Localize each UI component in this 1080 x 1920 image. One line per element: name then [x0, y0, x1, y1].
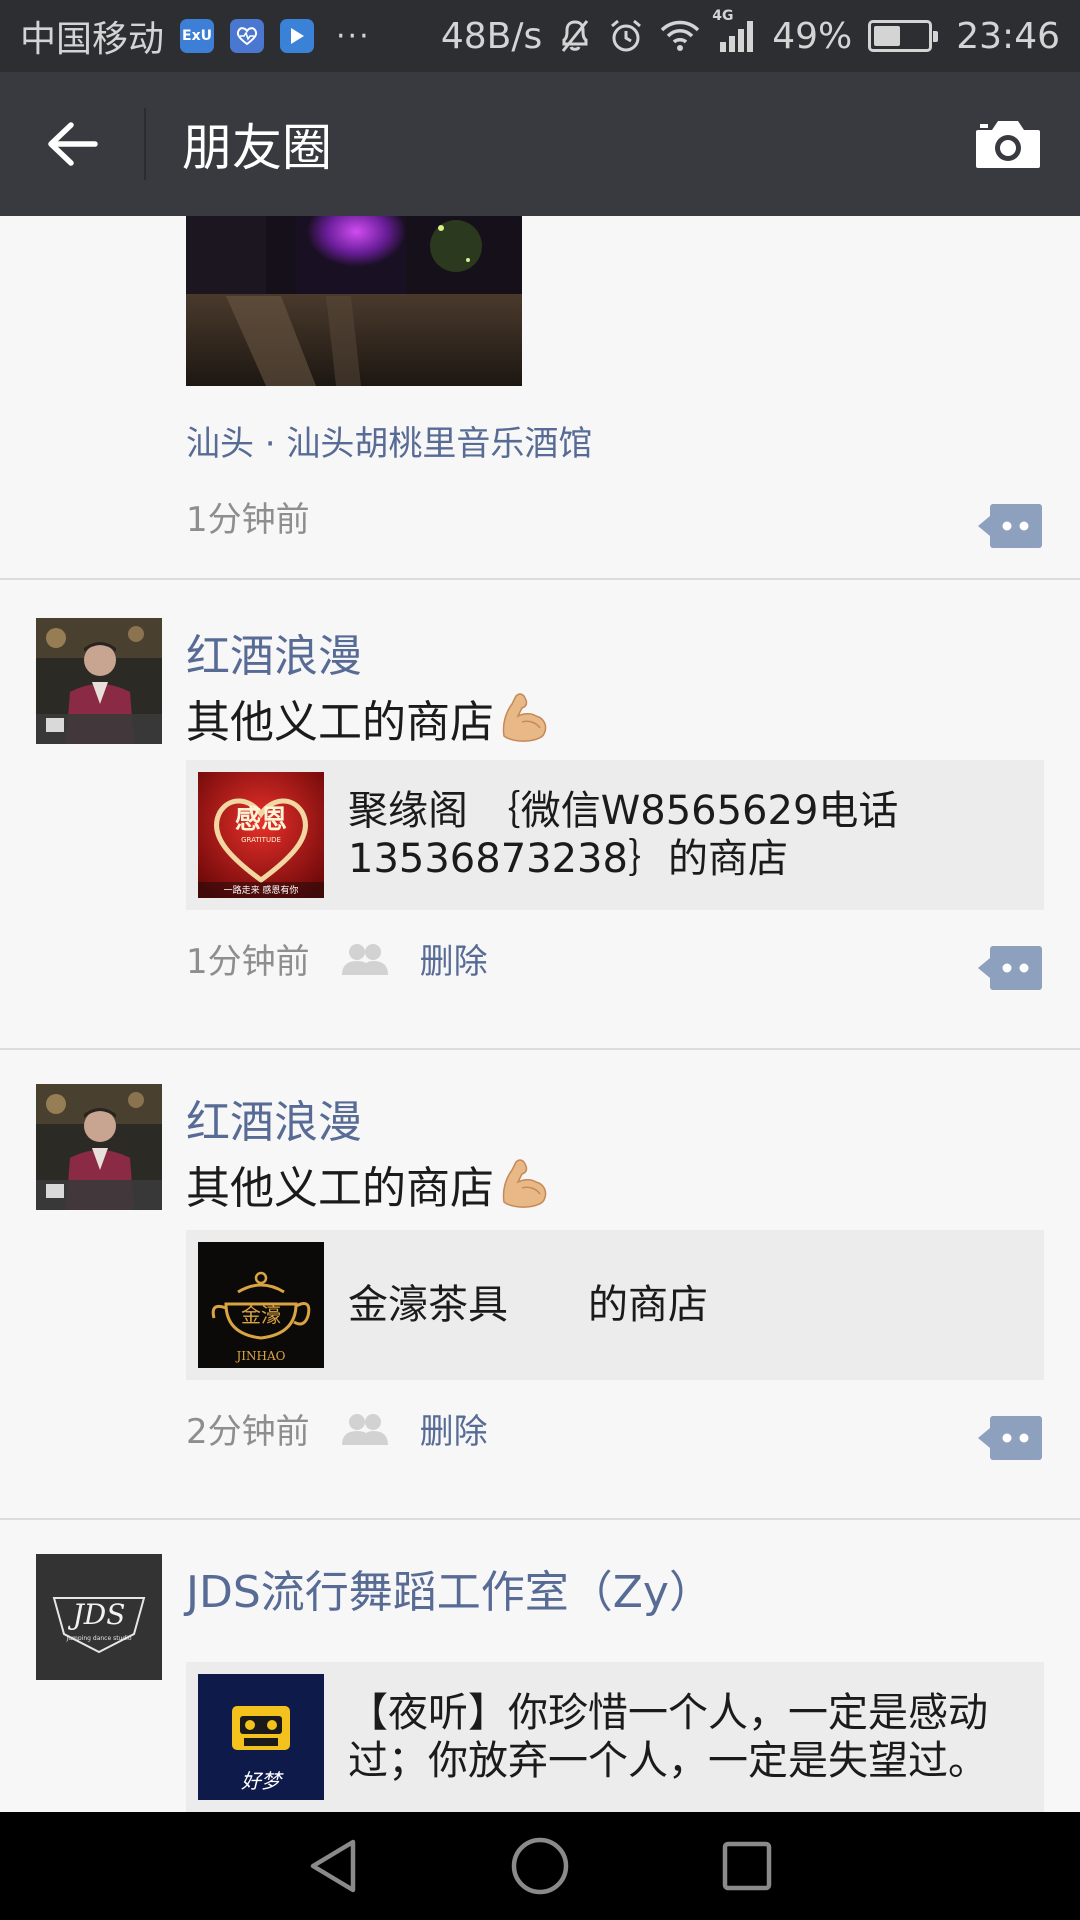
post-text-content: 其他义工的商店 — [186, 697, 494, 748]
post-meta: 1分钟前 — [186, 492, 310, 541]
post-author-name[interactable]: 红酒浪漫 — [186, 620, 362, 684]
avatar[interactable] — [36, 618, 162, 744]
shared-link-card[interactable]: 好梦 【夜听】你珍惜一个人，一定是感动过；你放弃一个人，一定是失望过。 — [186, 1662, 1044, 1812]
health-app-icon — [230, 19, 265, 53]
signal-icon: 4G — [712, 8, 756, 54]
page-title: 朋友圈 — [182, 119, 332, 177]
net-speed: 48B/s — [440, 15, 543, 57]
comment-button[interactable] — [976, 1414, 1044, 1462]
delete-link[interactable]: 删除 — [420, 934, 488, 983]
post-text: 其他义工的商店 — [186, 1152, 552, 1216]
nav-home-button[interactable] — [500, 1826, 580, 1906]
link-thumbnail: 感恩 GRATITUDE 一路走来 感恩有你 — [198, 772, 324, 898]
comment-button[interactable] — [976, 944, 1044, 992]
avatar[interactable] — [36, 1084, 162, 1210]
battery-percent: 49% — [772, 15, 853, 57]
post-photo[interactable] — [186, 216, 522, 386]
title-divider — [144, 108, 146, 180]
back-button[interactable] — [0, 72, 144, 216]
avatar-logo-subtext: Jumping dance studio — [65, 1635, 131, 1642]
post-text-content: 其他义工的商店 — [186, 1163, 494, 1214]
delete-link[interactable]: 删除 — [420, 1404, 488, 1453]
camera-icon — [976, 121, 1040, 168]
post-author-name[interactable]: 红酒浪漫 — [186, 1086, 362, 1150]
exu-app-icon: ExU — [180, 19, 215, 53]
visibility-group-icon[interactable] — [340, 1411, 390, 1447]
shared-link-card[interactable]: 感恩 GRATITUDE 一路走来 感恩有你 聚缘阁 ｛微信W8565629电话… — [186, 760, 1044, 910]
flexed-biceps-emoji-icon — [502, 693, 547, 742]
status-bar-right: 48B/s 4G 49% 23:46 — [440, 8, 1060, 57]
moment-post: JDS Jumping dance studio JDS流行舞蹈工作室（Zy） … — [0, 1520, 1080, 1812]
status-bar-left: 中国移动 ExU ··· — [20, 10, 371, 62]
thumb-caption: 一路走来 感恩有你 — [224, 884, 299, 896]
visibility-group-icon[interactable] — [340, 941, 390, 977]
post-time: 1分钟前 — [186, 500, 310, 540]
post-time: 1分钟前 — [186, 942, 310, 982]
avatar[interactable]: JDS Jumping dance studio — [36, 1554, 162, 1680]
moments-feed[interactable]: 汕头 · 汕头胡桃里音乐酒馆 1分钟前 红酒浪漫 其他义工的商店 感恩 GRAT… — [0, 216, 1080, 1812]
battery-icon — [868, 20, 939, 52]
camera-button[interactable] — [936, 72, 1080, 216]
avatar-image — [36, 1084, 162, 1210]
moment-post: 汕头 · 汕头胡桃里音乐酒馆 1分钟前 — [0, 216, 1080, 580]
moment-post: 红酒浪漫 其他义工的商店 金濠 JINHAO 金濠茶具 的商店 2分钟前 删除 — [0, 1050, 1080, 1520]
thumb-subtitle: JINHAO — [234, 1349, 285, 1363]
post-meta: 1分钟前 删除 — [186, 934, 488, 983]
moment-post: 红酒浪漫 其他义工的商店 感恩 GRATITUDE 一路走来 感恩有你 聚缘阁 … — [0, 580, 1080, 1050]
title-bar: 朋友圈 — [0, 72, 1080, 216]
post-location[interactable]: 汕头 · 汕头胡桃里音乐酒馆 — [186, 416, 592, 465]
battery-level — [874, 26, 900, 46]
post-time: 2分钟前 — [186, 1412, 310, 1452]
thumb-title: 感恩 — [235, 805, 287, 835]
thumb-caption: 好梦 — [241, 1769, 284, 1793]
thumb-subtitle: GRATITUDE — [241, 836, 281, 844]
square-recents-icon — [722, 1841, 771, 1891]
link-title: 【夜听】你珍惜一个人，一定是感动过；你放弃一个人，一定是失望过。 — [348, 1690, 988, 1784]
nav-back-button[interactable] — [293, 1826, 373, 1906]
clock: 23:46 — [956, 15, 1060, 57]
link-title: 聚缘阁 ｛微信W8565629电话13536873238｝的商店 — [348, 788, 899, 882]
alarm-icon — [608, 18, 644, 54]
avatar-image — [36, 618, 162, 744]
nav-recents-button[interactable] — [707, 1826, 787, 1906]
comment-button[interactable] — [976, 502, 1044, 550]
wifi-icon — [660, 20, 700, 52]
thumb-title: 金濠 — [241, 1303, 281, 1327]
post-author-name[interactable]: JDS流行舞蹈工作室（Zy） — [186, 1556, 713, 1620]
system-nav-bar — [0, 1812, 1080, 1920]
network-type: 4G — [712, 8, 734, 24]
video-app-icon — [280, 19, 315, 53]
more-notifications-icon: ··· — [336, 18, 371, 54]
triangle-back-icon — [311, 1839, 356, 1893]
circle-home-icon — [511, 1837, 569, 1895]
flexed-biceps-emoji-icon — [502, 1159, 547, 1208]
link-thumbnail: 好梦 — [198, 1674, 324, 1800]
back-arrow-icon — [48, 122, 98, 166]
post-text: 其他义工的商店 — [186, 686, 552, 750]
carrier-label: 中国移动 — [20, 19, 165, 60]
mute-icon — [558, 18, 592, 54]
shared-link-card[interactable]: 金濠 JINHAO 金濠茶具 的商店 — [186, 1230, 1044, 1380]
avatar-logo-text: JDS — [68, 1598, 126, 1631]
avatar-image: JDS Jumping dance studio — [36, 1554, 162, 1680]
status-bar: 中国移动 ExU ··· 48B/s 4G 49% 23:46 — [0, 0, 1080, 72]
post-meta: 2分钟前 删除 — [186, 1404, 488, 1453]
link-title: 金濠茶具 的商店 — [348, 1282, 708, 1328]
link-thumbnail: 金濠 JINHAO — [198, 1242, 324, 1368]
bar-photo-image — [186, 216, 522, 386]
